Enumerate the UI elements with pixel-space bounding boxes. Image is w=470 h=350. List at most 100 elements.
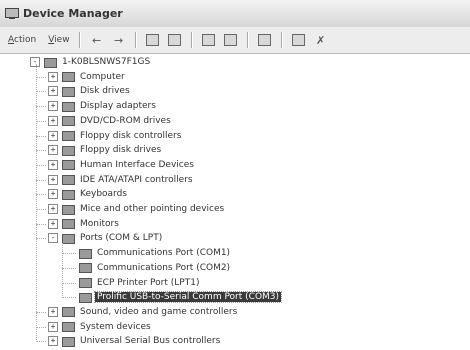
tree-item-2[interactable]: + Display adapters <box>48 99 158 113</box>
tree-item-4-label: Floppy disk controllers <box>80 130 182 141</box>
port-icon <box>78 262 92 274</box>
toolbar-separator <box>280 32 283 48</box>
title-bar[interactable]: Device Manager <box>0 0 470 27</box>
menu-action[interactable]: Action <box>8 35 36 45</box>
expand-icon[interactable]: + <box>48 174 58 185</box>
tree-item-13-label: System devices <box>80 321 151 332</box>
tree-item-5[interactable]: + Floppy disk drives <box>48 143 163 157</box>
show-hide-tree-icon[interactable] <box>166 32 184 48</box>
tree-item-0-label: Computer <box>80 71 125 82</box>
controller-icon <box>61 130 75 141</box>
controller-icon <box>61 174 75 186</box>
properties-icon[interactable] <box>200 32 218 48</box>
expand-icon[interactable]: + <box>48 86 58 97</box>
mouse-icon <box>61 204 75 215</box>
tree-item-3[interactable]: + DVD/CD-ROM drives <box>48 114 173 128</box>
port-item-2[interactable]: ECP Printer Port (LPT1) <box>78 276 201 290</box>
port-icon <box>78 292 92 303</box>
up-folder-icon[interactable] <box>144 32 162 48</box>
port-icon <box>78 277 92 288</box>
expand-icon[interactable]: + <box>48 130 58 141</box>
tree-item-13[interactable]: + System devices <box>48 320 153 334</box>
scan-hardware-icon[interactable] <box>256 32 274 48</box>
tree-item-10[interactable]: + Monitors <box>48 217 121 231</box>
expand-icon[interactable]: + <box>48 189 58 200</box>
tree-item-3-label: DVD/CD-ROM drives <box>80 115 171 126</box>
expand-icon[interactable]: + <box>48 71 58 82</box>
tree-item-11[interactable]: - Ports (COM & LPT) <box>48 231 164 245</box>
expand-icon[interactable]: + <box>48 204 58 214</box>
toolbar-separator <box>246 32 249 48</box>
tree-item-12[interactable]: + Sound, video and game controllers <box>48 305 239 319</box>
menu-action-rest: ction <box>14 35 37 45</box>
dvd-drive-icon <box>61 115 75 127</box>
menu-view-rest: iew <box>54 35 70 45</box>
tree-item-12-label: Sound, video and game controllers <box>80 306 238 317</box>
port-item-1[interactable]: Communications Port (COM2) <box>78 261 232 275</box>
tree-item-8-label: Keyboards <box>80 189 127 200</box>
expand-icon[interactable]: + <box>48 321 58 332</box>
disk-drive-icon <box>61 86 75 97</box>
port-item-3-label: Prolific USB-to-Serial Comm Port (COM3) <box>93 291 283 304</box>
forward-arrow-icon[interactable]: → <box>110 32 128 48</box>
tree-item-7[interactable]: + IDE ATA/ATAPI controllers <box>48 173 195 187</box>
floppy-drive-icon <box>61 145 75 156</box>
tree-item-6-label: Human Interface Devices <box>80 159 194 170</box>
window-title: Device Manager <box>23 7 123 20</box>
expand-icon[interactable]: + <box>48 218 58 229</box>
port-icon <box>78 248 92 259</box>
tree-item-6[interactable]: + Human Interface Devices <box>48 158 196 172</box>
port-item-3[interactable]: Prolific USB-to-Serial Comm Port (COM3) <box>78 290 283 304</box>
tree-item-5-label: Floppy disk drives <box>80 145 162 156</box>
collapse-icon[interactable]: - <box>48 233 58 244</box>
help-icon[interactable] <box>222 32 240 48</box>
port-item-2-label: ECP Printer Port (LPT1) <box>97 277 200 288</box>
expand-icon[interactable]: + <box>48 336 58 347</box>
tree-item-1[interactable]: + Disk drives <box>48 84 132 98</box>
expand-icon[interactable]: + <box>48 145 58 156</box>
port-item-1-label: Communications Port (COM2) <box>97 262 231 273</box>
port-icon <box>61 233 75 244</box>
system-device-icon <box>61 321 75 333</box>
back-arrow-icon[interactable]: ← <box>88 32 106 48</box>
tree-item-8[interactable]: + Keyboards <box>48 187 129 201</box>
tree-item-0[interactable]: + Computer <box>48 70 127 84</box>
toolbar-separator <box>190 32 193 48</box>
collapse-icon[interactable]: - <box>30 57 40 67</box>
tree-root-label: 1-K0BLSNWS7F1GS <box>62 57 151 67</box>
keyboard-icon <box>61 189 75 200</box>
tree-item-1-label: Disk drives <box>80 86 130 97</box>
port-item-0-label: Communications Port (COM1) <box>97 248 231 259</box>
uninstall-device-icon[interactable]: ✗ <box>312 32 330 48</box>
menu-view[interactable]: View <box>48 35 69 45</box>
tree-item-4[interactable]: + Floppy disk controllers <box>48 129 183 143</box>
hid-icon <box>61 159 75 171</box>
tree-item-10-label: Monitors <box>80 218 119 229</box>
port-item-0[interactable]: Communications Port (COM1) <box>78 246 232 260</box>
tree-item-9[interactable]: + Mice and other pointing devices <box>48 202 226 216</box>
device-tree[interactable]: - 1-K0BLSNWS7F1GS + Computer + Disk drives +… <box>0 54 470 350</box>
usb-icon <box>61 336 75 347</box>
expand-icon[interactable]: + <box>48 306 58 317</box>
tree-item-7-label: IDE ATA/ATAPI controllers <box>80 174 193 185</box>
expand-icon[interactable]: + <box>48 115 58 126</box>
computer-icon <box>61 71 75 83</box>
device-manager-window: Device Manager Action View ← → ✗ - 1-K0B… <box>0 0 470 350</box>
monitor-icon <box>61 218 75 230</box>
expand-icon[interactable]: + <box>48 101 58 112</box>
tree-item-14[interactable]: + Universal Serial Bus controllers <box>48 334 222 348</box>
update-driver-icon[interactable] <box>290 32 308 48</box>
toolbar: Action View ← → ✗ <box>0 27 470 54</box>
display-adapter-icon <box>61 101 75 112</box>
tree-item-9-label: Mice and other pointing devices <box>80 204 225 214</box>
toolbar-separator <box>134 32 137 48</box>
device-manager-icon <box>5 7 19 20</box>
sound-icon <box>61 306 75 318</box>
expand-icon[interactable]: + <box>48 159 58 170</box>
tree-item-11-label: Ports (COM & LPT) <box>80 233 163 244</box>
tree-item-2-label: Display adapters <box>80 101 156 112</box>
tree-root[interactable]: - 1-K0BLSNWS7F1GS <box>30 55 152 69</box>
computer-icon <box>43 57 57 68</box>
toolbar-separator <box>78 32 81 48</box>
tree-item-14-label: Universal Serial Bus controllers <box>80 336 221 347</box>
